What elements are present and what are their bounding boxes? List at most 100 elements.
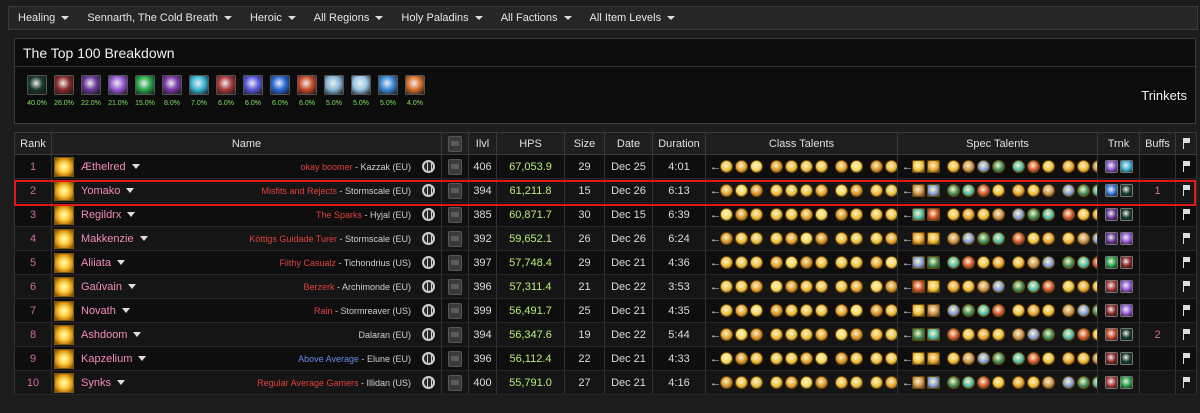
talent-icon[interactable] <box>850 256 863 269</box>
talent-icon[interactable] <box>947 280 960 293</box>
talent-icon[interactable] <box>800 160 813 173</box>
talent-icon[interactable] <box>750 304 763 317</box>
talent-icon[interactable] <box>1027 232 1040 245</box>
talent-icon[interactable] <box>850 184 863 197</box>
trinket-breakdown-item[interactable]: 6.0% <box>267 75 293 107</box>
youtube-icon[interactable] <box>448 350 462 367</box>
guild-link[interactable]: Regular Average Gamers <box>257 378 358 388</box>
talent-icon[interactable] <box>1077 256 1090 269</box>
table-row[interactable]: 7 Novath Rain - Stormreaver (US) 399 56,491.… <box>14 298 1197 323</box>
talent-icon[interactable] <box>977 376 990 389</box>
youtube-icon[interactable] <box>448 158 462 175</box>
talent-icon[interactable] <box>962 160 975 173</box>
talent-icon[interactable] <box>770 280 783 293</box>
talent-icon[interactable] <box>1042 328 1055 341</box>
header-rank[interactable]: Rank <box>14 132 52 155</box>
trinket-icon[interactable] <box>1104 376 1118 389</box>
youtube-icon[interactable] <box>448 182 462 199</box>
talent-icon[interactable] <box>800 376 813 389</box>
trinket-icon[interactable] <box>1119 160 1133 173</box>
player-menu-chevron-icon[interactable] <box>133 332 142 337</box>
talent-icon[interactable] <box>1092 376 1097 389</box>
talent-icon[interactable] <box>912 208 925 221</box>
report-flag-icon[interactable] <box>1182 185 1191 197</box>
talent-icon[interactable] <box>1077 352 1090 365</box>
talent-icon[interactable] <box>720 328 733 341</box>
trinket-icon[interactable] <box>1119 304 1133 317</box>
player-menu-chevron-icon[interactable] <box>139 236 148 241</box>
talent-icon[interactable] <box>885 160 897 173</box>
talent-icon[interactable] <box>1042 376 1055 389</box>
talent-icon[interactable] <box>1012 232 1025 245</box>
talent-icon[interactable] <box>770 256 783 269</box>
talent-icon[interactable] <box>1027 256 1040 269</box>
talent-icon[interactable] <box>962 184 975 197</box>
talent-icon[interactable] <box>720 304 733 317</box>
talent-icon[interactable] <box>770 304 783 317</box>
talent-icon[interactable] <box>885 376 897 389</box>
talent-icon[interactable] <box>1062 208 1075 221</box>
talent-icon[interactable] <box>815 304 828 317</box>
talent-icon[interactable] <box>815 376 828 389</box>
talent-icon[interactable] <box>750 184 763 197</box>
trinket-breakdown-item[interactable]: 6.0% <box>213 75 239 107</box>
talent-icon[interactable] <box>927 256 940 269</box>
report-flag-icon[interactable] <box>1182 209 1191 221</box>
table-row[interactable]: 3 Regildrx The Sparks - Hyjal (EU) 385 60,87… <box>14 202 1197 227</box>
talent-icon[interactable] <box>885 328 897 341</box>
talent-icon[interactable] <box>815 280 828 293</box>
talent-icon[interactable] <box>1077 160 1090 173</box>
talent-icon[interactable] <box>885 184 897 197</box>
talent-icon[interactable] <box>912 376 925 389</box>
trinket-breakdown-item[interactable]: 5.0% <box>375 75 401 107</box>
trinket-icon[interactable] <box>1104 280 1118 293</box>
talent-icon[interactable] <box>1062 376 1075 389</box>
talent-icon[interactable] <box>947 184 960 197</box>
trinket-icon[interactable] <box>1104 328 1118 341</box>
talent-icon[interactable] <box>947 376 960 389</box>
player-name-link[interactable]: Synks <box>81 377 111 389</box>
talent-icon[interactable] <box>962 280 975 293</box>
talent-icon[interactable] <box>1012 376 1025 389</box>
guild-link[interactable]: Above Average <box>298 354 359 364</box>
table-row[interactable]: 5 Aliiata Filthy Casualz - Tichondrius (US… <box>14 250 1197 275</box>
talent-icon[interactable] <box>1012 328 1025 341</box>
talent-icon[interactable] <box>770 352 783 365</box>
talent-icon[interactable] <box>1012 208 1025 221</box>
talent-icon[interactable] <box>1027 160 1040 173</box>
player-menu-chevron-icon[interactable] <box>127 284 136 289</box>
talent-icon[interactable] <box>1077 232 1090 245</box>
talent-icon[interactable] <box>870 328 883 341</box>
talent-icon[interactable] <box>1012 184 1025 197</box>
talent-icon[interactable] <box>992 256 1005 269</box>
talent-icon[interactable] <box>927 232 940 245</box>
talent-icon[interactable] <box>992 184 1005 197</box>
talent-icon[interactable] <box>835 256 848 269</box>
talent-icon[interactable] <box>1012 256 1025 269</box>
player-menu-chevron-icon[interactable] <box>121 308 130 313</box>
trinket-breakdown-item[interactable]: 5.0% <box>321 75 347 107</box>
talent-icon[interactable] <box>977 160 990 173</box>
table-row[interactable]: 6 Gaûvain Berzerk - Archimonde (EU) 396 57,3… <box>14 274 1197 299</box>
talent-icon[interactable] <box>1042 160 1055 173</box>
talent-icon[interactable] <box>912 184 925 197</box>
talent-icon[interactable] <box>750 352 763 365</box>
talent-icon[interactable] <box>870 232 883 245</box>
talent-icon[interactable] <box>835 376 848 389</box>
talent-icon[interactable] <box>962 328 975 341</box>
talent-icon[interactable] <box>720 352 733 365</box>
talent-icon[interactable] <box>1042 280 1055 293</box>
talent-icon[interactable] <box>1062 160 1075 173</box>
talent-icon[interactable] <box>720 256 733 269</box>
talent-icon[interactable] <box>850 208 863 221</box>
filter-dropdown[interactable]: Holy Paladins <box>392 7 491 29</box>
talent-icon[interactable] <box>850 232 863 245</box>
talent-icon[interactable] <box>1092 280 1097 293</box>
talent-icon[interactable] <box>1092 184 1097 197</box>
talent-icon[interactable] <box>912 232 925 245</box>
talent-icon[interactable] <box>815 184 828 197</box>
talent-icon[interactable] <box>1027 328 1040 341</box>
talent-icon[interactable] <box>735 184 748 197</box>
talent-icon[interactable] <box>1062 184 1075 197</box>
report-flag-icon[interactable] <box>1182 161 1191 173</box>
